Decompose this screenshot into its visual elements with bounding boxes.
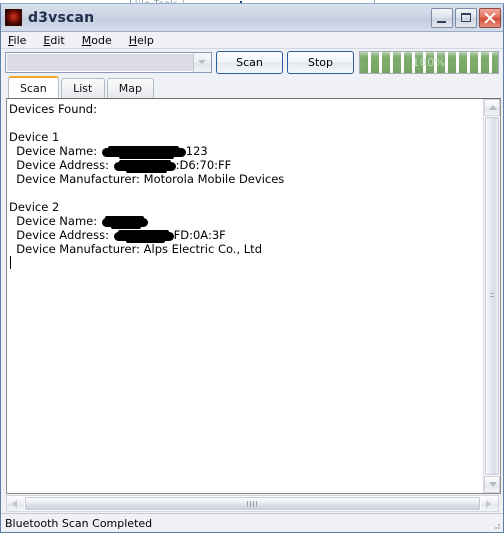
output-line: Device Manufacturer: Alps Electric Co., … bbox=[9, 242, 262, 256]
output-line: Device Name: bbox=[9, 214, 483, 229]
vertical-scrollbar[interactable] bbox=[483, 99, 500, 493]
output-line: Devices Found: bbox=[9, 102, 97, 116]
output-line-suffix: 123 bbox=[185, 144, 208, 158]
window-title: d3vscan bbox=[28, 9, 95, 26]
redaction-bar bbox=[113, 160, 176, 173]
vertical-scroll-track[interactable] bbox=[484, 116, 500, 476]
horizontal-scrollbar[interactable] bbox=[6, 495, 499, 512]
tab-list[interactable]: List bbox=[60, 78, 105, 98]
output-line: Device Manufacturer: Motorola Mobile Dev… bbox=[9, 172, 285, 186]
scan-progress-bar: 100% bbox=[359, 51, 499, 74]
output-line: Device 1 bbox=[9, 130, 60, 144]
menu-item-help[interactable]: Help bbox=[129, 33, 162, 48]
stop-button[interactable]: Stop bbox=[287, 51, 354, 74]
maximize-button[interactable] bbox=[455, 7, 477, 28]
output-line: Device Name: 123 bbox=[9, 144, 483, 159]
device-combobox[interactable] bbox=[5, 52, 212, 73]
scroll-up-button[interactable] bbox=[484, 99, 500, 116]
output-line-prefix: Device Name: bbox=[9, 144, 101, 158]
scan-output-panel[interactable]: Devices Found: Device 1 Device Name: 123… bbox=[6, 98, 501, 494]
scan-progress-label: 100% bbox=[412, 56, 446, 69]
scroll-right-button[interactable] bbox=[481, 496, 498, 511]
tab-map[interactable]: Map bbox=[106, 78, 154, 98]
minimize-button[interactable] bbox=[431, 7, 453, 28]
output-line: Device 2 bbox=[9, 200, 60, 214]
scroll-left-button[interactable] bbox=[7, 496, 24, 511]
output-line-suffix: FD:0A:3F bbox=[173, 228, 226, 242]
title-bar[interactable]: d3vscan bbox=[1, 4, 503, 32]
scan-output-text[interactable]: Devices Found: Device 1 Device Name: 123… bbox=[7, 99, 483, 493]
resize-grip[interactable] bbox=[491, 520, 501, 530]
menu-item-file[interactable]: File bbox=[8, 33, 34, 48]
output-line-prefix: Device Address: bbox=[9, 158, 113, 172]
output-line: Device Address: :D6:70:FF bbox=[9, 158, 483, 173]
redaction-bar bbox=[101, 146, 186, 159]
application-window: d3vscan File Edit Mode Help Scan Stop 10… bbox=[0, 3, 504, 533]
close-button[interactable] bbox=[479, 7, 501, 28]
output-line-prefix: Device Address: bbox=[9, 228, 113, 242]
horizontal-scroll-track[interactable] bbox=[24, 496, 481, 511]
tab-strip: Scan List Map bbox=[1, 76, 503, 98]
scan-button[interactable]: Scan bbox=[216, 51, 283, 74]
content-area: Devices Found: Device 1 Device Name: 123… bbox=[1, 98, 503, 513]
output-line: Device Address: FD:0A:3F bbox=[9, 228, 483, 243]
status-bar: Bluetooth Scan Completed bbox=[1, 513, 503, 532]
vertical-scroll-thumb[interactable] bbox=[485, 117, 499, 475]
chevron-down-icon[interactable] bbox=[193, 53, 211, 72]
redaction-bar bbox=[101, 216, 148, 229]
menu-item-mode[interactable]: Mode bbox=[82, 33, 120, 48]
tab-scan[interactable]: Scan bbox=[8, 76, 59, 98]
horizontal-scroll-thumb[interactable] bbox=[25, 497, 480, 510]
output-line-prefix: Device Name: bbox=[9, 214, 101, 228]
app-icon bbox=[5, 9, 22, 26]
menu-item-edit[interactable]: Edit bbox=[43, 33, 72, 48]
text-caret bbox=[10, 256, 11, 269]
horizontal-scrollbar-row bbox=[6, 494, 501, 513]
maximize-icon bbox=[461, 12, 471, 22]
minimize-icon bbox=[437, 20, 446, 23]
toolbar: Scan Stop 100% bbox=[1, 49, 503, 76]
scroll-down-button[interactable] bbox=[484, 476, 500, 493]
status-text: Bluetooth Scan Completed bbox=[5, 516, 153, 530]
output-line-suffix: :D6:70:FF bbox=[175, 158, 232, 172]
menu-bar: File Edit Mode Help bbox=[1, 32, 503, 49]
device-combobox-value[interactable] bbox=[6, 53, 193, 72]
redaction-bar bbox=[113, 230, 174, 243]
